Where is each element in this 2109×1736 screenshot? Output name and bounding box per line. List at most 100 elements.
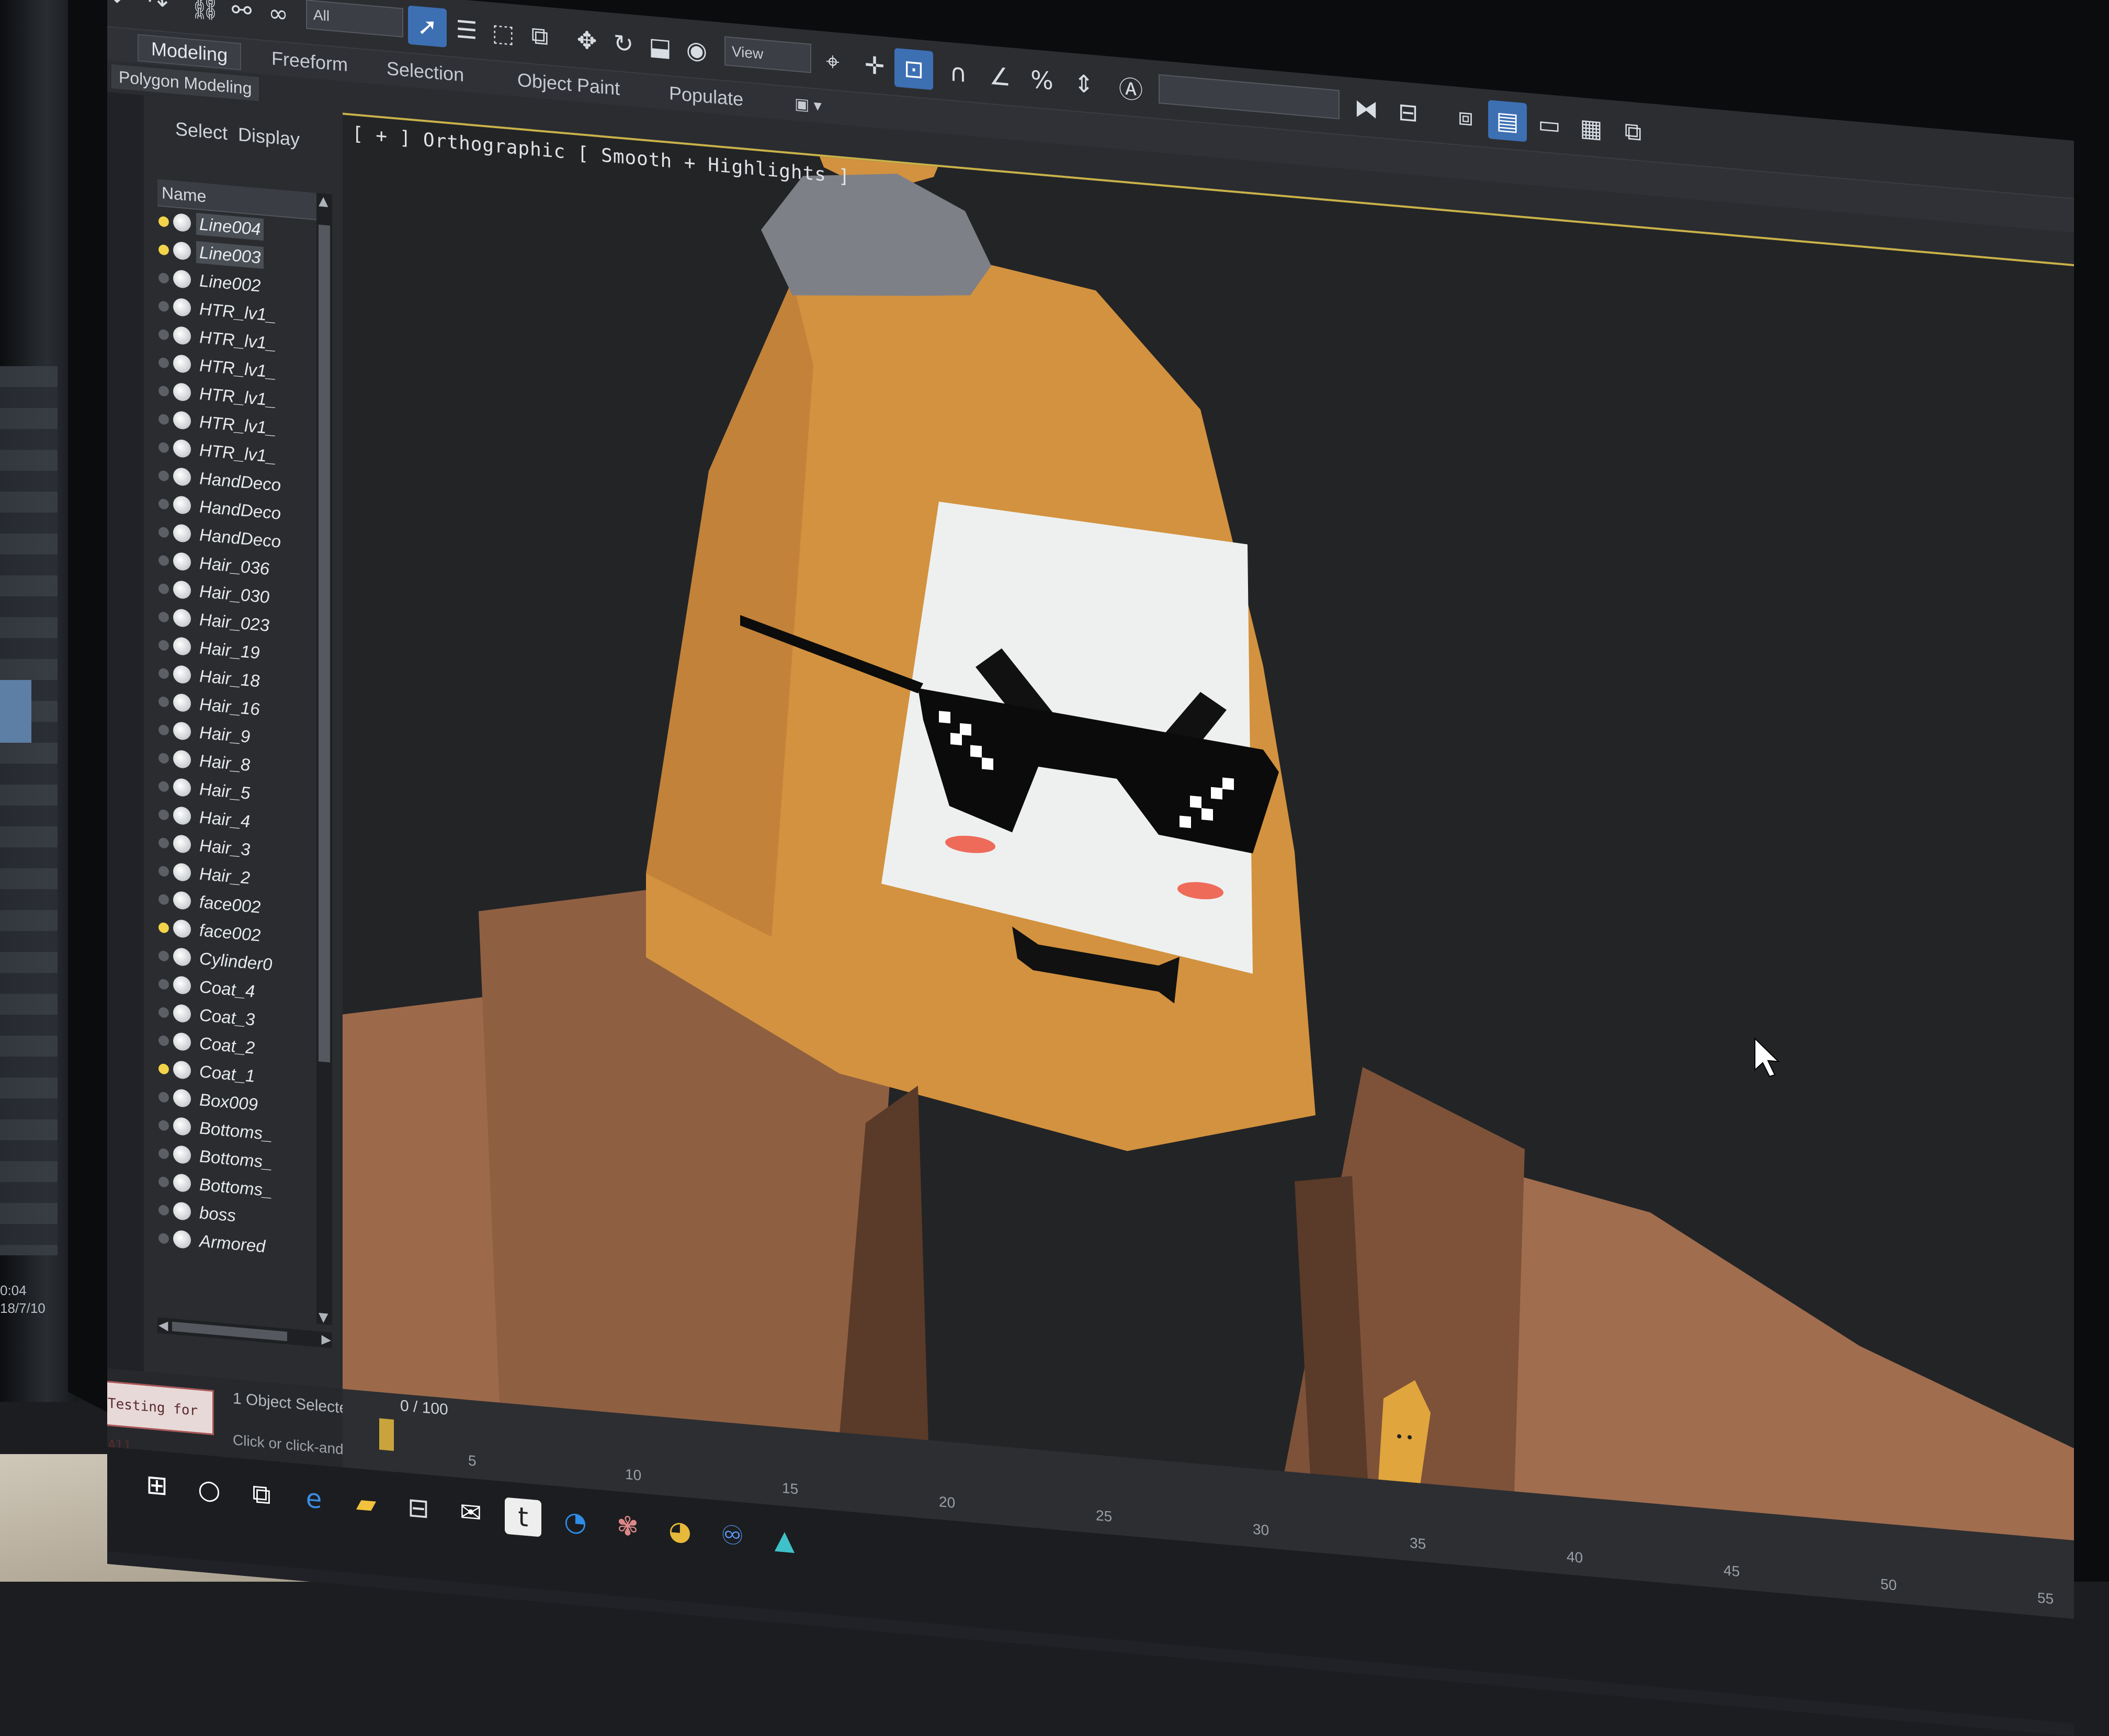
light-bulb-icon[interactable]: ● [157,410,170,427]
visibility-icon[interactable] [173,467,191,486]
hscroll-thumb[interactable] [172,1321,287,1342]
explorer-tab-display[interactable]: Display [238,123,300,151]
visibility-icon[interactable] [173,721,191,741]
select-manipulate-icon[interactable]: ✛ [855,44,894,86]
light-bulb-icon[interactable]: ● [157,1003,170,1020]
game-icon[interactable]: ✾ [609,1506,646,1546]
visibility-icon[interactable] [173,1145,191,1164]
visibility-icon[interactable] [173,411,191,430]
light-bulb-icon[interactable]: ● [157,890,170,907]
light-bulb-icon[interactable]: ● [157,523,170,540]
task-view-icon[interactable]: ⧉ [243,1474,280,1514]
light-bulb-icon[interactable]: ● [157,1088,170,1105]
snap-icon[interactable]: ∩ [939,52,978,94]
visibility-icon[interactable] [173,1032,191,1051]
light-bulb-icon[interactable]: ● [157,664,170,681]
bind-icon[interactable]: ∞ [259,0,298,35]
undo-icon[interactable]: ↶ [107,0,141,21]
pivot-icon[interactable]: ⌖ [813,41,852,83]
list-vertical-scrollbar[interactable]: ▲ ▼ [316,192,332,1325]
light-bulb-icon[interactable]: ● [157,918,170,935]
visibility-icon[interactable] [173,778,191,797]
visibility-icon[interactable] [173,354,191,373]
qq-icon[interactable]: ◔ [557,1502,594,1541]
store-icon[interactable]: ⊟ [400,1488,437,1528]
layer-icon[interactable]: ⧈ [1446,96,1485,138]
light-bulb-icon[interactable]: ● [157,608,170,625]
tab-freeform[interactable]: Freeform [259,44,360,78]
light-bulb-icon[interactable]: ● [157,947,170,963]
mail-icon[interactable]: ✉ [452,1493,489,1533]
typora-icon[interactable]: t [505,1497,541,1537]
file-explorer-icon[interactable]: ▰ [348,1483,384,1523]
light-bulb-icon[interactable]: ● [157,438,170,455]
light-bulb-icon[interactable]: ● [157,1173,170,1189]
visibility-icon[interactable] [173,1201,191,1221]
light-bulb-icon[interactable]: ● [157,1116,170,1133]
visibility-icon[interactable] [173,298,191,317]
visibility-icon[interactable] [173,693,191,712]
light-bulb-icon[interactable]: ● [157,382,170,399]
visibility-icon[interactable] [173,213,191,232]
chrome-icon[interactable]: ◕ [662,1511,698,1551]
visibility-icon[interactable] [173,1088,191,1108]
visibility-icon[interactable] [173,750,191,769]
reference-coord-dropdown[interactable]: View [724,36,811,73]
visibility-icon[interactable] [173,241,191,260]
cortana-icon[interactable]: ○ [191,1470,228,1510]
select-object-icon[interactable]: ➚ [408,5,447,48]
light-bulb-icon[interactable]: ● [157,1060,170,1076]
scroll-down-icon[interactable]: ▼ [319,1309,328,1325]
light-bulb-icon[interactable]: ● [157,805,170,822]
light-bulb-icon[interactable]: ● [157,551,170,568]
light-bulb-icon[interactable]: ● [157,862,170,879]
light-bulb-icon[interactable]: ● [157,1031,170,1048]
app-icon[interactable]: ▲ [766,1520,803,1560]
explorer-tab-select[interactable]: Select [175,118,228,144]
light-bulb-icon[interactable]: ● [157,1201,170,1218]
scroll-up-icon[interactable]: ▲ [319,193,328,209]
visibility-icon[interactable] [173,495,191,515]
visibility-icon[interactable] [173,608,191,628]
light-bulb-icon[interactable]: ● [157,580,170,596]
visibility-icon[interactable] [173,552,191,571]
visibility-icon[interactable] [173,439,191,458]
light-bulb-icon[interactable]: ● [157,212,170,229]
light-bulb-icon[interactable]: ● [157,354,170,370]
visibility-icon[interactable] [173,947,191,967]
curve-editor-icon[interactable]: ▭ [1530,104,1569,145]
visibility-icon[interactable] [173,1117,191,1136]
unlink-icon[interactable]: ⚯ [222,0,261,31]
visibility-icon[interactable] [173,269,191,289]
select-by-name-icon[interactable]: ☰ [447,9,486,51]
material-editor-icon[interactable]: ▦ [1572,107,1611,149]
named-selection-sets-field[interactable] [1159,74,1340,120]
visibility-icon[interactable] [173,1004,191,1023]
light-bulb-icon[interactable]: ● [157,777,170,794]
baidu-netdisk-icon[interactable]: ♾ [714,1515,751,1555]
visibility-icon[interactable] [173,919,191,938]
light-bulb-icon[interactable]: ● [157,241,170,257]
spinner-snap-icon[interactable]: ⇕ [1064,63,1103,105]
visibility-icon[interactable] [173,665,191,684]
visibility-icon[interactable] [173,891,191,910]
light-bulb-icon[interactable]: ● [157,495,170,512]
keyboard-shortcut-icon[interactable]: ⊡ [894,48,933,90]
tab-selection[interactable]: Selection [374,55,477,89]
visibility-icon[interactable] [173,1173,191,1193]
visibility-icon[interactable] [173,863,191,882]
visibility-icon[interactable] [173,637,191,656]
light-bulb-icon[interactable]: ● [157,636,170,653]
light-bulb-icon[interactable]: ● [157,975,170,992]
light-bulb-icon[interactable]: ● [157,749,170,766]
rotate-icon[interactable]: ↻ [604,22,643,64]
light-bulb-icon[interactable]: ● [157,693,170,709]
move-icon[interactable]: ✥ [568,19,606,61]
visibility-icon[interactable] [173,580,191,599]
scale-icon[interactable]: ⬓ [641,26,679,67]
light-bulb-icon[interactable]: ● [157,834,170,850]
light-bulb-icon[interactable]: ● [157,297,170,314]
light-bulb-icon[interactable]: ● [157,269,170,286]
scroll-right-icon[interactable]: ▶ [322,1332,331,1347]
named-sets-icon[interactable]: Ⓐ [1112,67,1150,109]
